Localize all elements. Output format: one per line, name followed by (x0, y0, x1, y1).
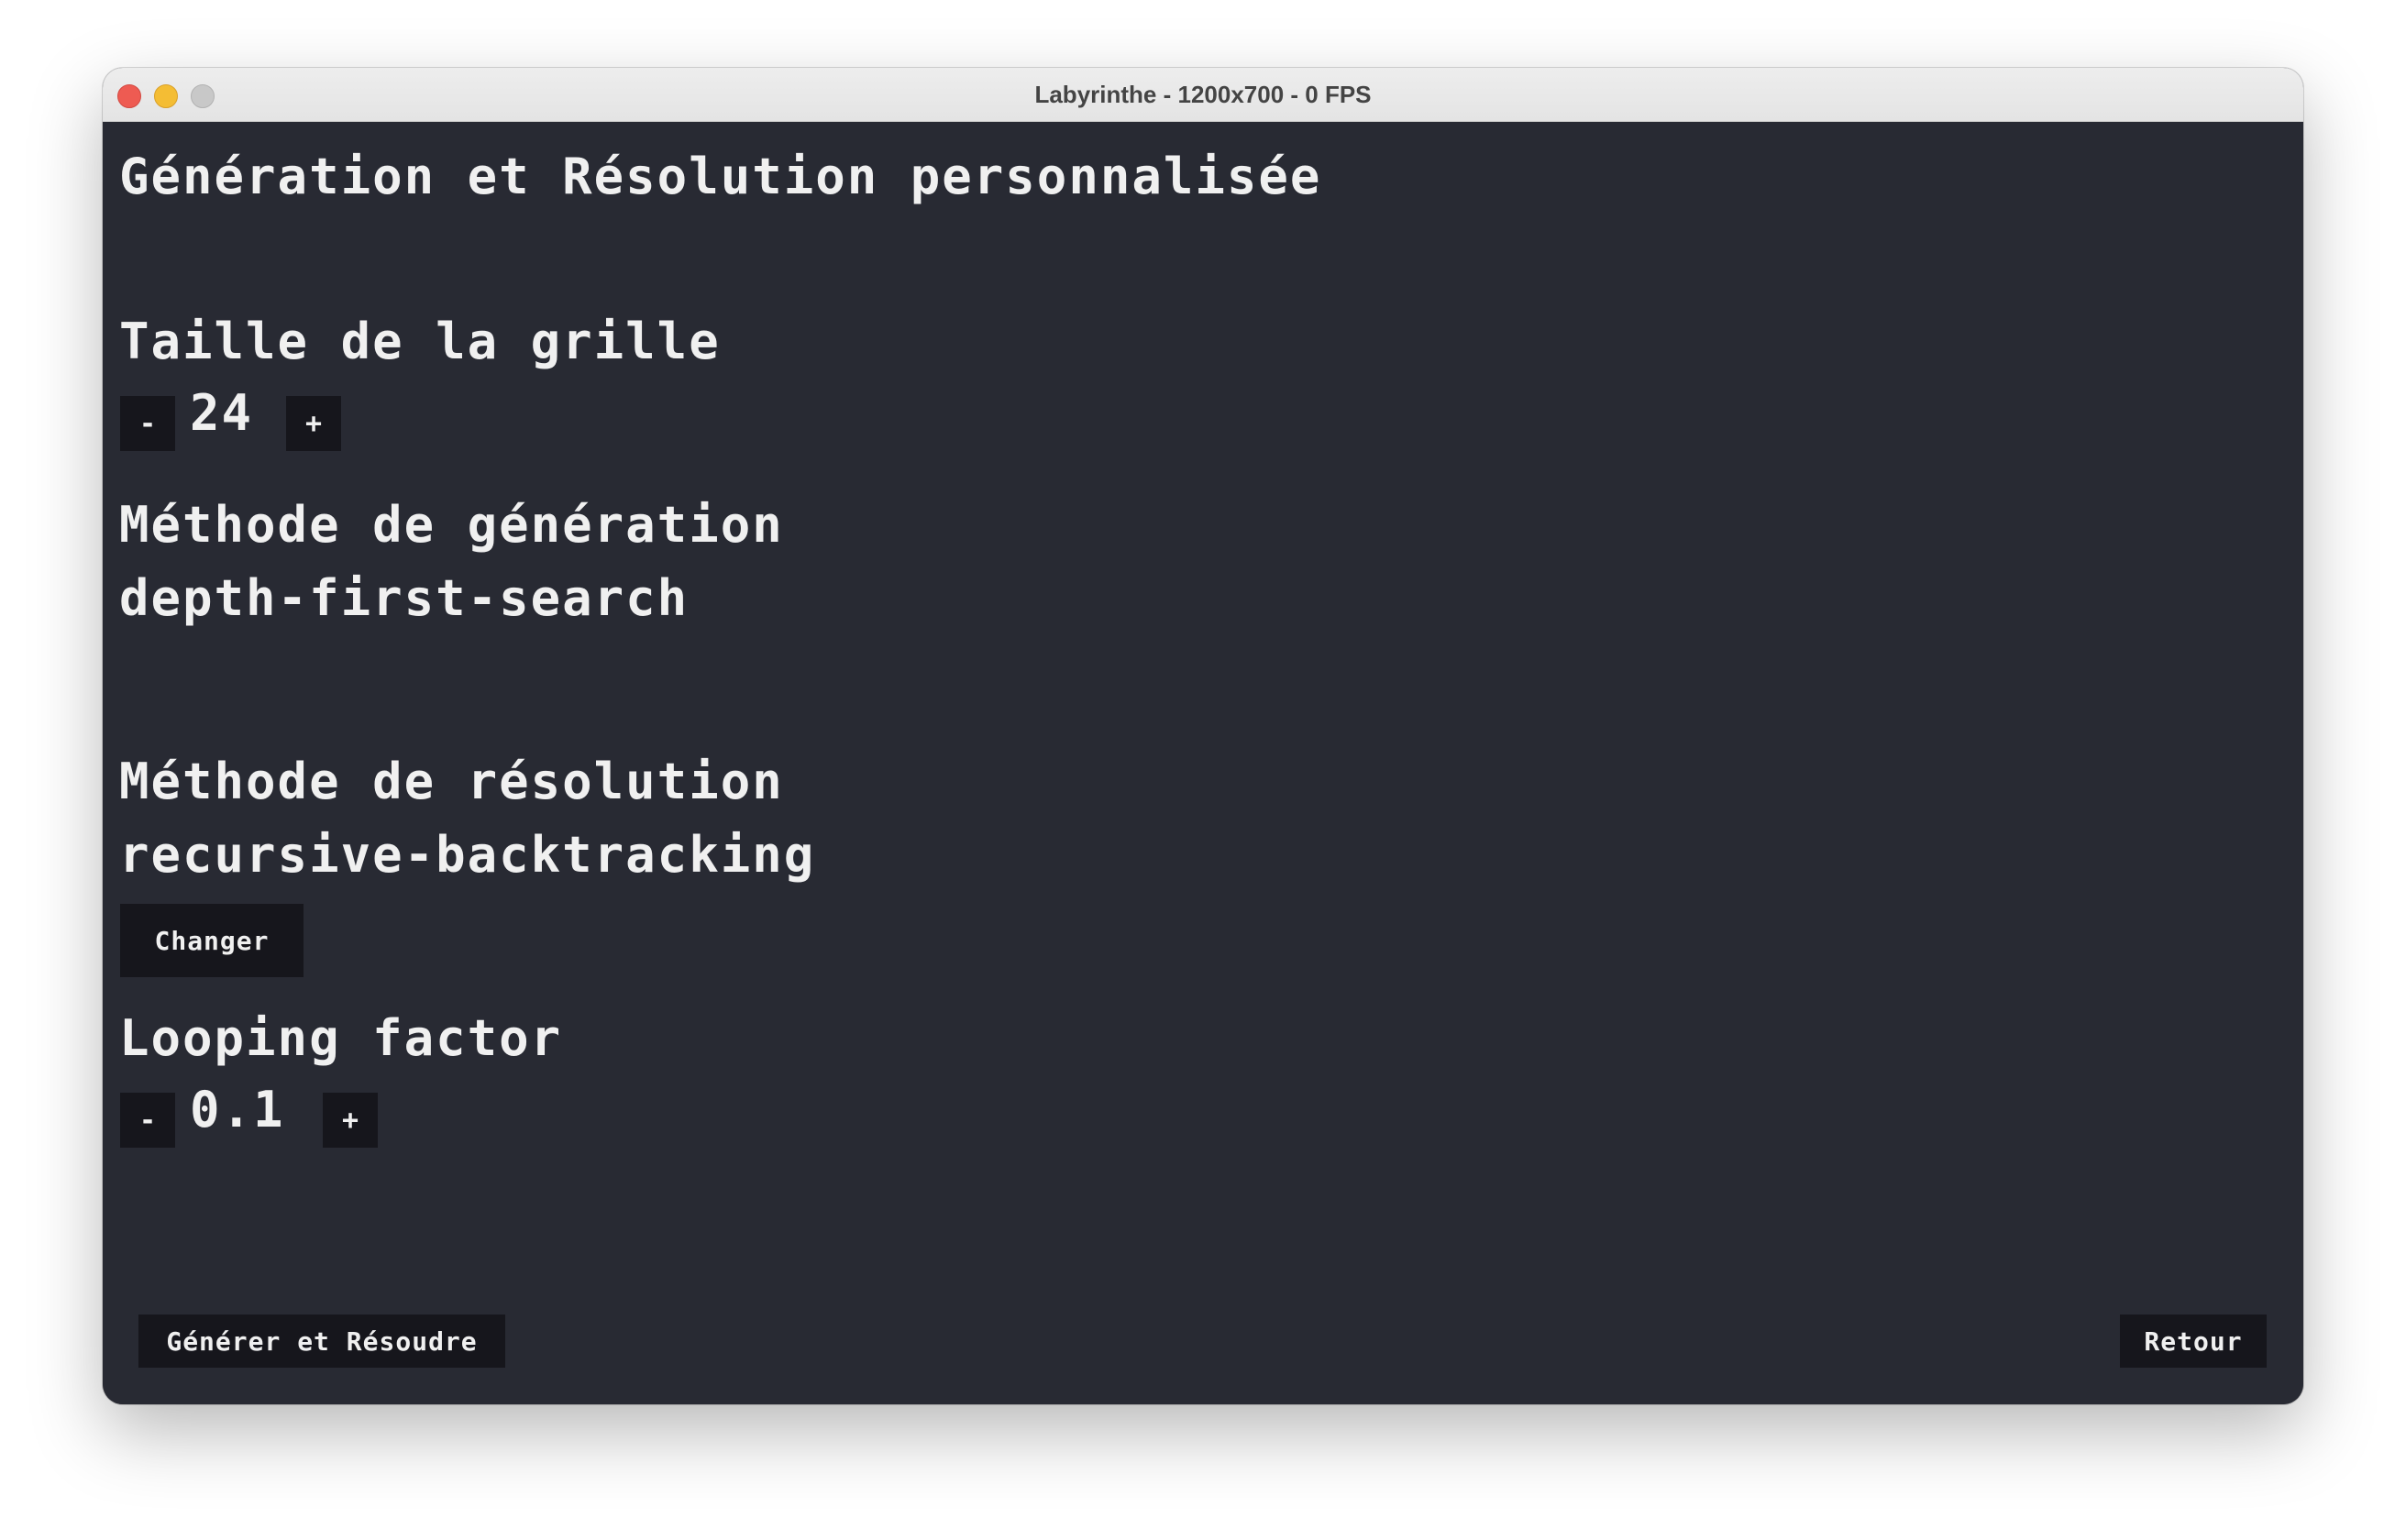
looping-factor-increment-button[interactable]: + (323, 1093, 378, 1148)
back-button[interactable]: Retour (2120, 1314, 2267, 1368)
looping-factor-value: 0.1 (190, 1081, 285, 1138)
resolution-method-label: Méthode de résolution (119, 753, 784, 810)
grid-size-decrement-button[interactable]: - (120, 396, 175, 451)
app-window: Labyrinthe - 1200x700 - 0 FPS Génération… (103, 68, 2303, 1404)
page-title: Génération et Résolution personnalisée (119, 148, 1322, 205)
title-bar: Labyrinthe - 1200x700 - 0 FPS (103, 68, 2303, 122)
grid-size-increment-button[interactable]: + (286, 396, 341, 451)
generate-and-solve-button[interactable]: Générer et Résoudre (138, 1314, 505, 1368)
grid-size-label: Taille de la grille (119, 313, 721, 370)
generation-method-label: Méthode de génération (119, 496, 784, 554)
main-content: Génération et Résolution personnalisée T… (103, 122, 2303, 1404)
grid-size-value: 24 (190, 384, 254, 442)
change-resolution-button[interactable]: Changer (120, 904, 304, 977)
window-title: Labyrinthe - 1200x700 - 0 FPS (1034, 81, 1372, 108)
resolution-method-value: recursive-backtracking (119, 826, 816, 884)
looping-factor-decrement-button[interactable]: - (120, 1093, 175, 1148)
generation-method-value: depth-first-search (119, 569, 690, 627)
looping-factor-label: Looping factor (119, 1009, 563, 1067)
